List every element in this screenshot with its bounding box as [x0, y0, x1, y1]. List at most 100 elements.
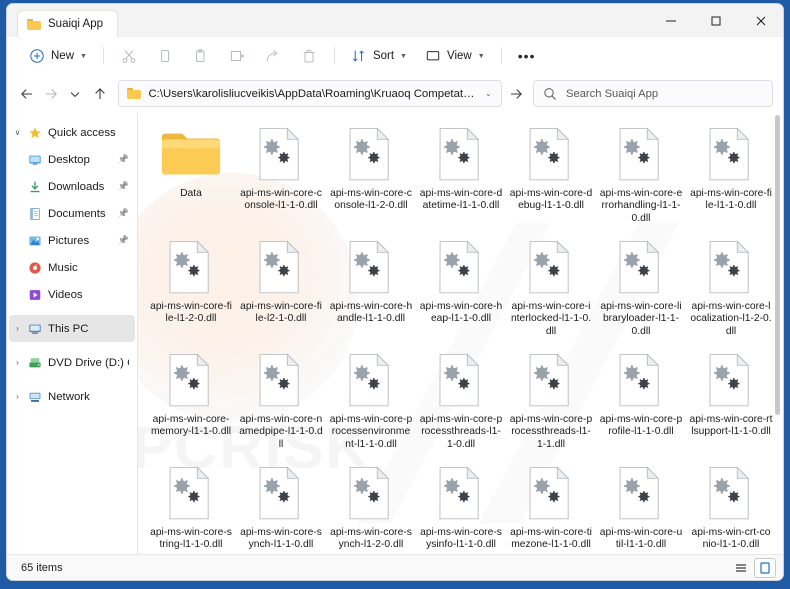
file-item[interactable]: api-ms-win-core-rtlsupport-l1-1-0.dll — [686, 345, 776, 458]
file-item[interactable]: api-ms-win-core-namedpipe-l1-1-0.dll — [236, 345, 326, 458]
file-name-label: api-ms-win-core-localization-l1-2-0.dll — [690, 301, 772, 337]
file-icon-wrap — [168, 462, 214, 524]
pin-icon[interactable]: 📌 — [118, 181, 129, 192]
dll-file-icon — [258, 352, 299, 406]
sidebar-item-dvd-drive-d-cccc[interactable]: › DVD Drive (D:) CCCC — [9, 349, 135, 376]
minimize-button[interactable] — [648, 4, 693, 37]
chevron-down-icon[interactable]: ∨ — [9, 128, 26, 137]
file-item[interactable]: api-ms-win-core-synch-l1-1-0.dll — [236, 458, 326, 554]
chevron-right-icon[interactable]: › — [9, 324, 26, 333]
search-placeholder: Search Suaiqi App — [566, 87, 659, 100]
share-icon — [266, 49, 278, 61]
explorer-tab[interactable]: Suaiqi App — [17, 10, 118, 37]
sidebar-item-documents[interactable]: Documents 📌 — [9, 200, 135, 227]
copy-icon — [160, 49, 169, 62]
pin-icon[interactable]: 📌 — [118, 154, 129, 165]
sidebar-item-music[interactable]: Music — [9, 254, 135, 281]
sidebar-item-quick-access[interactable]: ∨ Quick access — [9, 119, 135, 146]
search-box[interactable]: Search Suaiqi App — [533, 80, 774, 107]
this-pc-icon-wrap — [26, 322, 43, 336]
pin-icon[interactable]: 📌 — [118, 208, 129, 219]
back-button[interactable] — [15, 79, 38, 108]
file-name-label: api-ms-win-core-errorhandling-l1-1-0.dll — [599, 188, 683, 224]
file-item[interactable]: api-ms-win-core-file-l2-1-0.dll — [236, 232, 326, 345]
rename-button[interactable] — [220, 42, 254, 70]
file-icon-wrap — [438, 236, 484, 298]
recent-locations-button[interactable] — [64, 79, 87, 108]
pin-icon[interactable]: 📌 — [118, 235, 129, 246]
view-button[interactable]: View ▼ — [417, 42, 493, 70]
sidebar-item-downloads[interactable]: Downloads 📌 — [9, 173, 135, 200]
file-item[interactable]: api-ms-win-core-console-l1-1-0.dll — [236, 119, 326, 232]
paste-button[interactable] — [184, 42, 218, 70]
file-item[interactable]: api-ms-win-core-processthreads-l1-1-0.dl… — [416, 345, 506, 458]
details-view-button[interactable] — [754, 557, 776, 578]
address-chevron-down-icon[interactable]: ⌄ — [482, 89, 495, 98]
sidebar-item-this-pc[interactable]: › This PC — [9, 315, 135, 342]
file-item[interactable]: api-ms-win-core-datetime-l1-1-0.dll — [416, 119, 506, 232]
file-item[interactable]: api-ms-win-core-memory-l1-1-0.dll — [146, 345, 236, 458]
file-item[interactable]: api-ms-win-core-timezone-l1-1-0.dll — [506, 458, 596, 554]
file-item[interactable]: api-ms-win-core-file-l1-2-0.dll — [146, 232, 236, 345]
cut-button[interactable] — [112, 42, 146, 70]
copy-button[interactable] — [148, 42, 182, 70]
delete-button[interactable] — [292, 42, 326, 70]
music-icon — [28, 261, 41, 274]
file-item[interactable]: api-ms-win-core-processenvironment-l1-1-… — [326, 345, 416, 458]
sidebar-item-network[interactable]: › Network — [9, 383, 135, 410]
share-button[interactable] — [256, 42, 290, 70]
sidebar-item-pictures[interactable]: Pictures 📌 — [9, 227, 135, 254]
file-item[interactable]: api-ms-win-core-console-l1-2-0.dll — [326, 119, 416, 232]
more-options-button[interactable]: ••• — [510, 42, 544, 70]
file-item[interactable]: api-ms-win-core-sysinfo-l1-1-0.dll — [416, 458, 506, 554]
file-icon-wrap — [528, 349, 574, 411]
file-item[interactable]: api-ms-win-core-profile-l1-1-0.dll — [596, 345, 686, 458]
file-item[interactable]: api-ms-win-core-interlocked-l1-1-0.dll — [506, 232, 596, 345]
file-item[interactable]: api-ms-win-crt-conio-l1-1-0.dll — [686, 458, 776, 554]
new-button[interactable]: New ▼ — [21, 42, 95, 70]
documents-icon-wrap — [26, 207, 43, 221]
file-item[interactable]: api-ms-win-core-debug-l1-1-0.dll — [506, 119, 596, 232]
chevron-right-icon[interactable]: › — [9, 358, 26, 367]
file-name-label: api-ms-win-core-processenvironment-l1-1-… — [329, 414, 413, 450]
dll-file-icon — [438, 352, 479, 406]
sidebar-item-videos[interactable]: Videos — [9, 281, 135, 308]
forward-button[interactable] — [39, 79, 62, 108]
file-item[interactable]: api-ms-win-core-util-l1-1-0.dll — [596, 458, 686, 554]
toolbar-divider-2 — [333, 47, 335, 64]
file-item[interactable]: api-ms-win-core-file-l1-1-0.dll — [686, 119, 776, 232]
folder-item[interactable]: Data — [146, 119, 236, 232]
chevron-down-icon-view: ▼ — [477, 53, 485, 60]
close-button[interactable] — [738, 4, 783, 37]
file-name-label: api-ms-win-core-datetime-l1-1-0.dll — [419, 188, 503, 212]
sidebar-item-desktop[interactable]: Desktop 📌 — [9, 146, 135, 173]
file-icon-wrap — [348, 123, 394, 185]
pictures-icon — [28, 235, 41, 246]
address-bar[interactable]: C:\Users\karolisliucveikis\AppData\Roami… — [118, 80, 502, 107]
file-item[interactable]: api-ms-win-core-heap-l1-1-0.dll — [416, 232, 506, 345]
sort-button[interactable]: Sort ▼ — [343, 42, 415, 70]
dll-file-icon — [168, 352, 209, 406]
address-folder-icon — [127, 88, 142, 99]
list-view-button[interactable] — [730, 558, 752, 578]
file-item[interactable]: api-ms-win-core-libraryloader-l1-1-0.dll — [596, 232, 686, 345]
dll-file-icon — [168, 239, 209, 293]
file-item[interactable]: api-ms-win-core-string-l1-1-0.dll — [146, 458, 236, 554]
dll-file-icon — [438, 126, 479, 180]
file-list-pane[interactable]: PCRISK Data api-ms-win-core-console-l1-1-… — [138, 113, 783, 554]
file-item[interactable]: api-ms-win-core-processthreads-l1-1-1.dl… — [506, 345, 596, 458]
arrow-left-icon — [20, 88, 32, 99]
file-item[interactable]: api-ms-win-core-synch-l1-2-0.dll — [326, 458, 416, 554]
file-item[interactable]: api-ms-win-core-localization-l1-2-0.dll — [686, 232, 776, 345]
go-button[interactable] — [505, 79, 528, 108]
file-icon-wrap — [618, 349, 664, 411]
chevron-right-icon[interactable]: › — [9, 392, 26, 401]
file-icon-wrap — [708, 462, 754, 524]
scrollbar-thumb[interactable] — [775, 115, 780, 415]
up-button[interactable] — [88, 79, 111, 108]
maximize-button[interactable] — [693, 4, 738, 37]
file-item[interactable]: api-ms-win-core-errorhandling-l1-1-0.dll — [596, 119, 686, 232]
content-scrollbar[interactable] — [773, 115, 782, 552]
file-item[interactable]: api-ms-win-core-handle-l1-1-0.dll — [326, 232, 416, 345]
